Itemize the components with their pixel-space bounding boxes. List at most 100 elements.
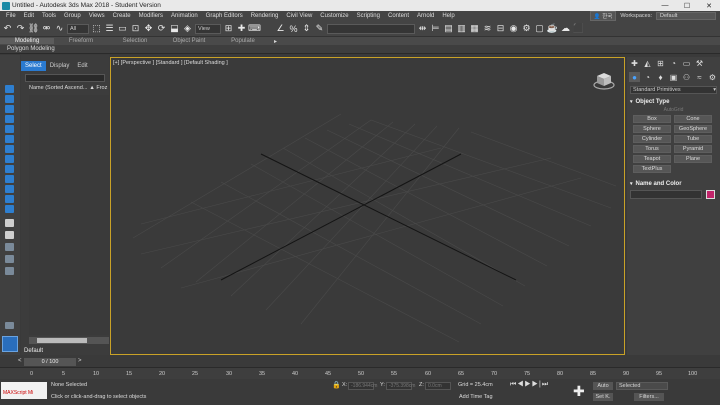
sphere-button[interactable]: Sphere	[633, 125, 671, 133]
sync-selection-icon[interactable]	[5, 267, 14, 275]
motion-panel-icon[interactable]: ◔	[668, 58, 679, 68]
textplus-button[interactable]: TextPlus	[633, 165, 671, 173]
tab-modeling[interactable]: Modeling	[0, 38, 54, 44]
helpers-icon[interactable]: ⚇	[681, 72, 692, 82]
ribbon-panel-title[interactable]: Polygon Modeling	[7, 46, 55, 52]
snaps-toggle-icon[interactable]: ⁳	[262, 23, 273, 34]
y-coordinate-field[interactable]: -375.398cm	[386, 382, 412, 390]
menu-arnold[interactable]: Arnold	[415, 13, 436, 19]
link-icon[interactable]: ⛓	[28, 23, 39, 34]
menu-animation[interactable]: Animation	[169, 13, 200, 19]
name-and-color-rollout[interactable]: ▾ Name and Color	[630, 179, 717, 188]
primitive-category-dropdown[interactable]: Standard Primitives ▾	[630, 86, 717, 94]
geometry-icon[interactable]: ●	[629, 72, 640, 82]
angle-snap-icon[interactable]: ∠	[275, 23, 286, 34]
align-icon[interactable]: ⊨	[430, 23, 441, 34]
display-groups-icon[interactable]	[5, 175, 14, 183]
menu-scripting[interactable]: Scripting	[355, 13, 382, 19]
tab-select[interactable]: Select	[21, 61, 46, 71]
display-helpers-icon[interactable]	[5, 155, 14, 163]
display-shapes-icon[interactable]	[5, 125, 14, 133]
menu-graph-editors[interactable]: Graph Editors	[204, 13, 245, 19]
modify-panel-icon[interactable]: ◭	[642, 58, 653, 68]
render-production-icon[interactable]: ☕	[547, 23, 558, 34]
menu-content[interactable]: Content	[386, 13, 411, 19]
shapes-icon[interactable]: ◔	[642, 72, 653, 82]
current-layer[interactable]: Default	[24, 348, 43, 354]
track-bar[interactable]: 0 5 10 15 20 25 30 35 40 45 50 55 60 65 …	[0, 367, 720, 379]
perspective-viewport[interactable]: [+] [Perspective ] [Standard ] [Default …	[110, 57, 625, 355]
cone-button[interactable]: Cone	[674, 115, 712, 123]
column-frozen[interactable]: ▲ Froz	[89, 85, 107, 91]
display-cameras-icon[interactable]	[5, 145, 14, 153]
menu-civil-view[interactable]: Civil View	[284, 13, 314, 19]
scrollbar-thumb[interactable]	[37, 338, 87, 343]
scene-object-list[interactable]	[29, 95, 109, 335]
display-all-icon[interactable]	[5, 95, 14, 103]
menu-create[interactable]: Create	[111, 13, 133, 19]
spinner-snap-icon[interactable]: ⇕	[301, 23, 312, 34]
time-slider-thumb[interactable]: 0 / 100	[24, 358, 76, 366]
display-bones-icon[interactable]	[5, 195, 14, 203]
display-geometry-icon[interactable]	[5, 115, 14, 123]
minimize-button[interactable]: —	[654, 0, 676, 11]
ribbon-options-icon[interactable]: ▸	[274, 38, 277, 45]
toggle-ribbon-icon[interactable]: ▦	[469, 23, 480, 34]
curve-editor-icon[interactable]: ≋	[482, 23, 493, 34]
geosphere-button[interactable]: GeoSphere	[674, 125, 712, 133]
display-space-warps-icon[interactable]	[5, 165, 14, 173]
toggle-scene-explorer-icon[interactable]: ▤	[443, 23, 454, 34]
key-mode-icon[interactable]: ✚	[573, 383, 585, 400]
tab-object-paint[interactable]: Object Paint	[162, 38, 216, 44]
window-crossing-icon[interactable]: ⊡	[130, 23, 141, 34]
tab-selection[interactable]: Selection	[108, 38, 162, 44]
display-lights-icon[interactable]	[5, 135, 14, 143]
placement-icon[interactable]: ◈	[182, 23, 193, 34]
utilities-panel-icon[interactable]: ⚒	[694, 58, 705, 68]
display-containers-icon[interactable]	[5, 205, 14, 213]
add-time-tag[interactable]: Add Time Tag	[459, 394, 493, 400]
tab-populate[interactable]: Populate	[216, 38, 270, 44]
render-setup-icon[interactable]: ⚙	[521, 23, 532, 34]
unlink-icon[interactable]: ⚮	[41, 23, 52, 34]
select-by-name-icon[interactable]: ☰	[104, 23, 115, 34]
menu-modifiers[interactable]: Modifiers	[137, 13, 165, 19]
key-filter-dropdown[interactable]: Selected	[616, 382, 668, 390]
viewcube[interactable]	[592, 68, 616, 92]
user-account-dropdown[interactable]: 👤 한국	[590, 11, 617, 21]
invert-display-icon[interactable]	[5, 105, 14, 113]
key-filters-button[interactable]: Filters...	[634, 393, 664, 401]
set-key-button[interactable]: Set K.	[593, 393, 613, 401]
viewport-label[interactable]: [+] [Perspective ] [Standard ] [Default …	[113, 60, 228, 66]
hierarchy-panel-icon[interactable]: ⊞	[655, 58, 666, 68]
plane-button[interactable]: Plane	[674, 155, 712, 163]
cylinder-button[interactable]: Cylinder	[633, 135, 671, 143]
lights-icon[interactable]: ♦	[655, 72, 666, 82]
display-xrefs-icon[interactable]	[5, 185, 14, 193]
display-none-icon[interactable]	[5, 85, 14, 93]
horizontal-scrollbar[interactable]	[29, 337, 109, 344]
next-frame-icon[interactable]: >	[78, 358, 82, 364]
display-hidden-icon[interactable]	[5, 231, 14, 239]
autogrid-checkbox[interactable]: AutoGrid	[627, 107, 720, 113]
edit-named-selection-icon[interactable]: ✎	[314, 23, 325, 34]
previous-frame-icon[interactable]: <	[18, 358, 22, 364]
column-name[interactable]: Name (Sorted Ascend...	[29, 85, 87, 91]
reference-coordinate-dropdown[interactable]: View	[195, 24, 221, 34]
redo-icon[interactable]: ↷	[15, 23, 26, 34]
menu-customize[interactable]: Customize	[318, 13, 350, 19]
menu-group[interactable]: Group	[62, 13, 83, 19]
select-scale-icon[interactable]: ⬓	[169, 23, 180, 34]
object-name-field[interactable]	[630, 190, 702, 199]
menu-tools[interactable]: Tools	[40, 13, 58, 19]
render-in-cloud-icon[interactable]: ☁	[560, 23, 571, 34]
toggle-layer-explorer-icon[interactable]: ▥	[456, 23, 467, 34]
systems-icon[interactable]: ⚙	[707, 72, 718, 82]
bind-space-warp-icon[interactable]: ∿	[54, 23, 65, 34]
filter-icon[interactable]	[5, 255, 14, 263]
box-button[interactable]: Box	[633, 115, 671, 123]
expand-icon[interactable]	[5, 322, 14, 329]
menu-edit[interactable]: Edit	[22, 13, 36, 19]
rectangular-selection-icon[interactable]: ▭	[117, 23, 128, 34]
scene-list-header[interactable]: Name (Sorted Ascend... ▲ Froz	[29, 84, 109, 92]
